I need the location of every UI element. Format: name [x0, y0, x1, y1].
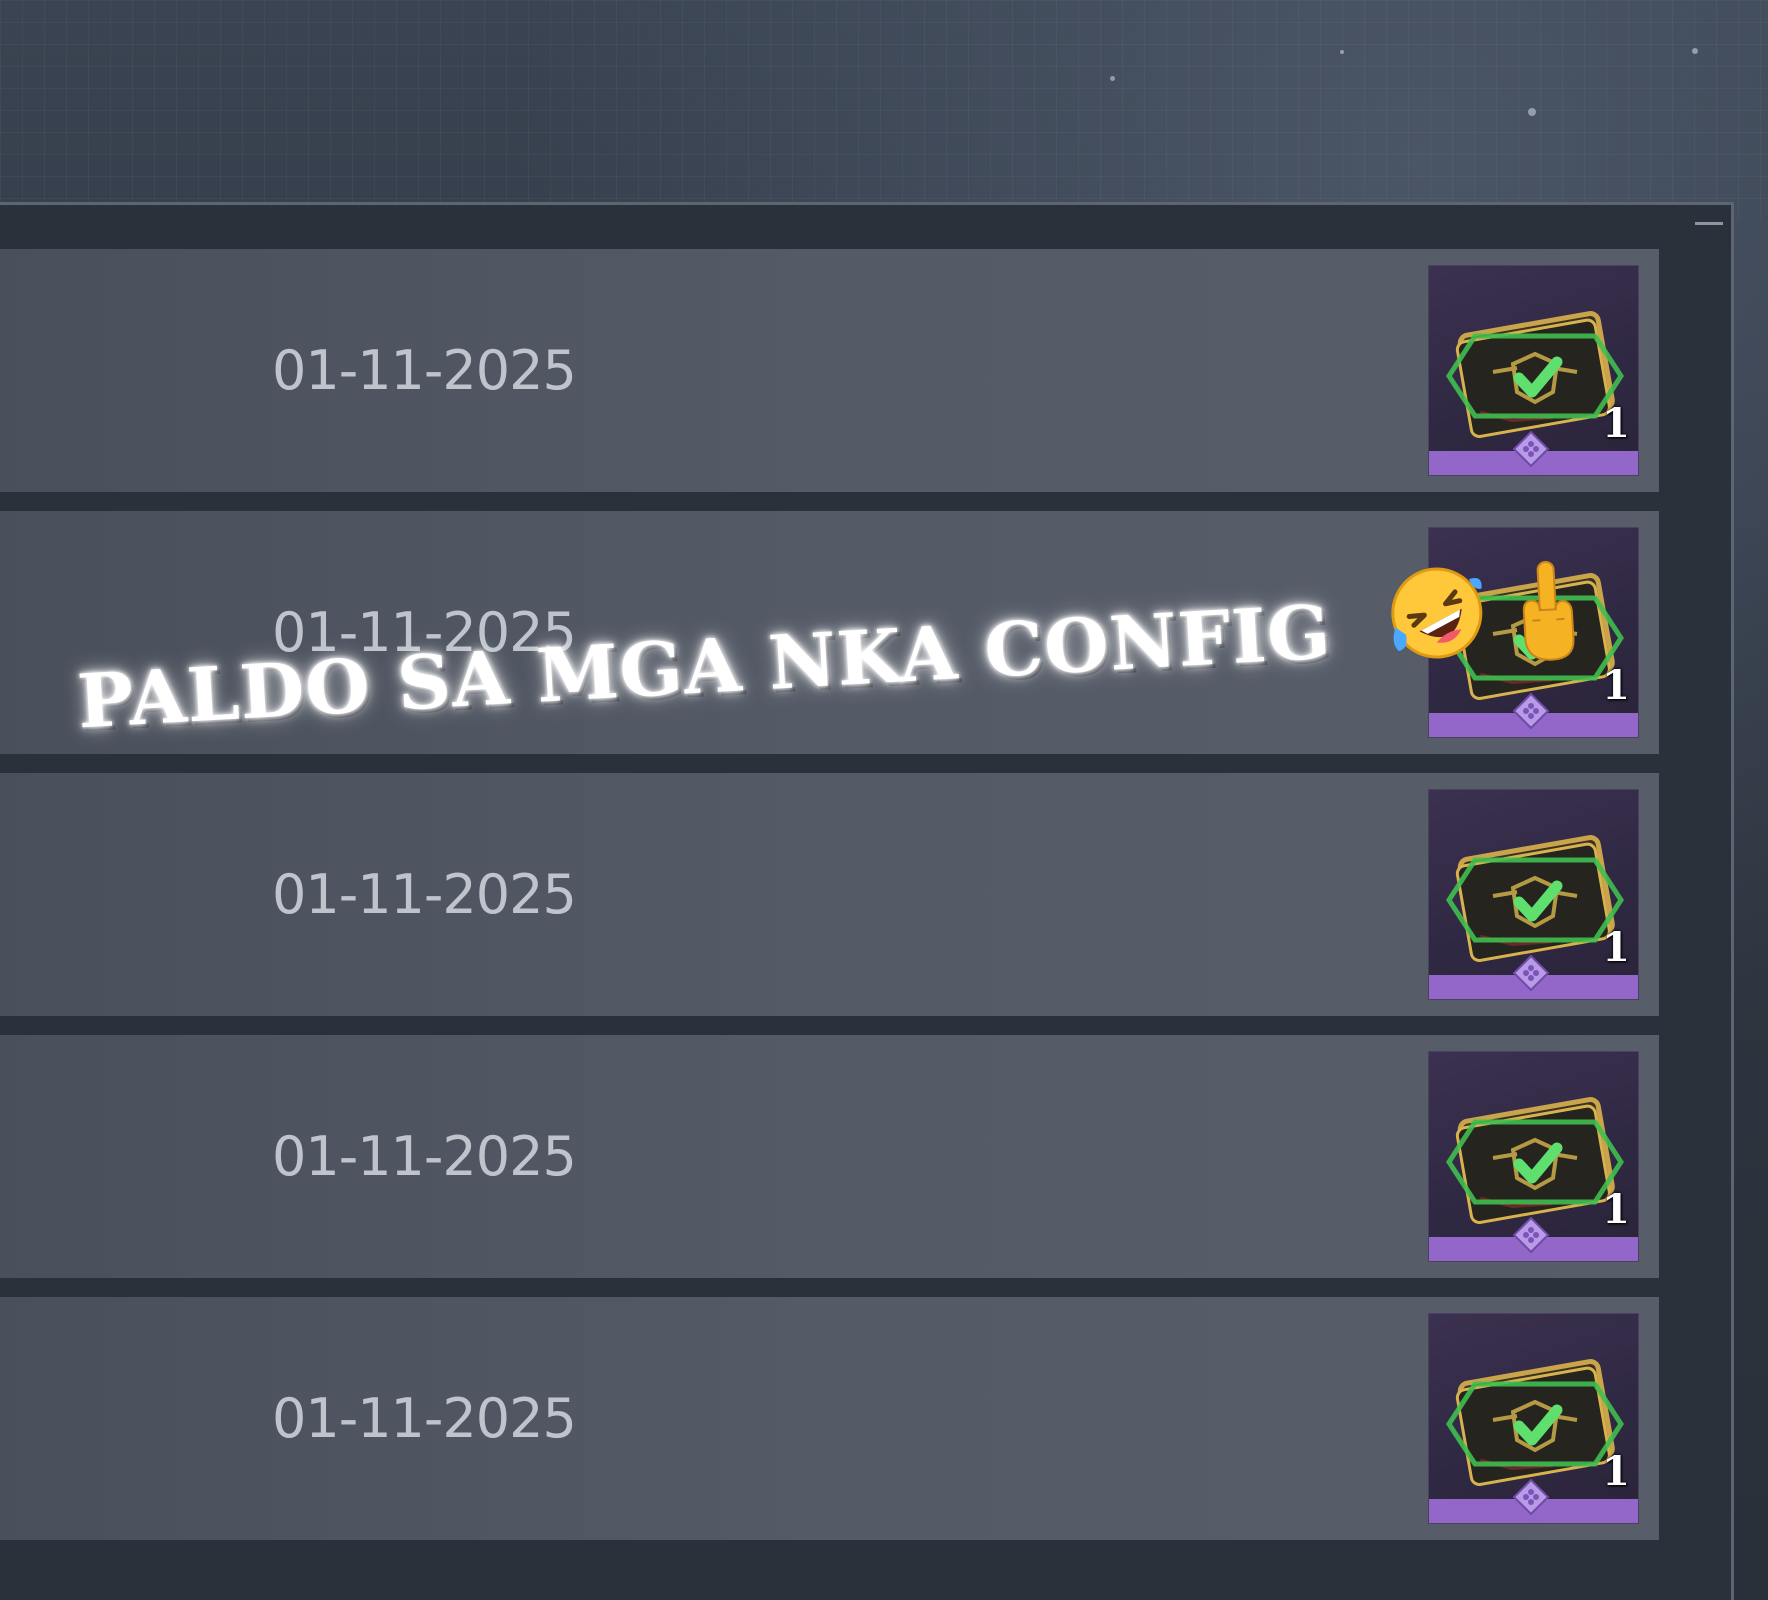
reward-row[interactable]: 01-11-2025 1: [0, 1035, 1659, 1278]
reward-item-tile[interactable]: 1: [1428, 1051, 1639, 1262]
rarity-diamond-icon: [1512, 430, 1550, 468]
rewards-panel: 01-11-2025 1 01-11-2025 1 01-11-2025 1 0…: [0, 202, 1734, 1600]
rarity-diamond-icon: [1512, 1478, 1550, 1516]
reward-quantity: 1: [1602, 662, 1630, 709]
reward-date: 01-11-2025: [272, 1125, 577, 1188]
rarity-diamond-icon: [1512, 954, 1550, 992]
rarity-diamond-icon: [1512, 1216, 1550, 1254]
background-star: [1528, 108, 1536, 116]
reward-row[interactable]: 01-11-2025 1: [0, 249, 1659, 492]
background-star: [1692, 48, 1698, 54]
middle-finger-emoji-icon: [1515, 558, 1582, 683]
reward-item-tile[interactable]: 1: [1428, 265, 1639, 476]
panel-corner-accent: [1695, 222, 1723, 225]
rewards-list[interactable]: 01-11-2025 1 01-11-2025 1 01-11-2025 1 0…: [0, 249, 1659, 1559]
reward-date: 01-11-2025: [272, 863, 577, 926]
reward-date: 01-11-2025: [272, 339, 577, 402]
reward-quantity: 1: [1602, 400, 1630, 447]
background-grid: [0, 0, 1768, 220]
reward-quantity: 1: [1602, 1186, 1630, 1233]
background-star: [1340, 50, 1344, 54]
reward-quantity: 1: [1602, 1448, 1630, 1495]
reward-date: 01-11-2025: [272, 1387, 577, 1450]
background-star: [1110, 76, 1115, 81]
reward-quantity: 1: [1602, 924, 1630, 971]
rarity-diamond-icon: [1512, 692, 1550, 730]
reward-item-tile[interactable]: 1: [1428, 789, 1639, 1000]
reward-item-tile[interactable]: 1: [1428, 1313, 1639, 1524]
rolling-on-floor-laughing-emoji-icon: [1384, 560, 1490, 683]
reward-row[interactable]: 01-11-2025 1: [0, 773, 1659, 1016]
reward-row[interactable]: 01-11-2025 1: [0, 1297, 1659, 1540]
